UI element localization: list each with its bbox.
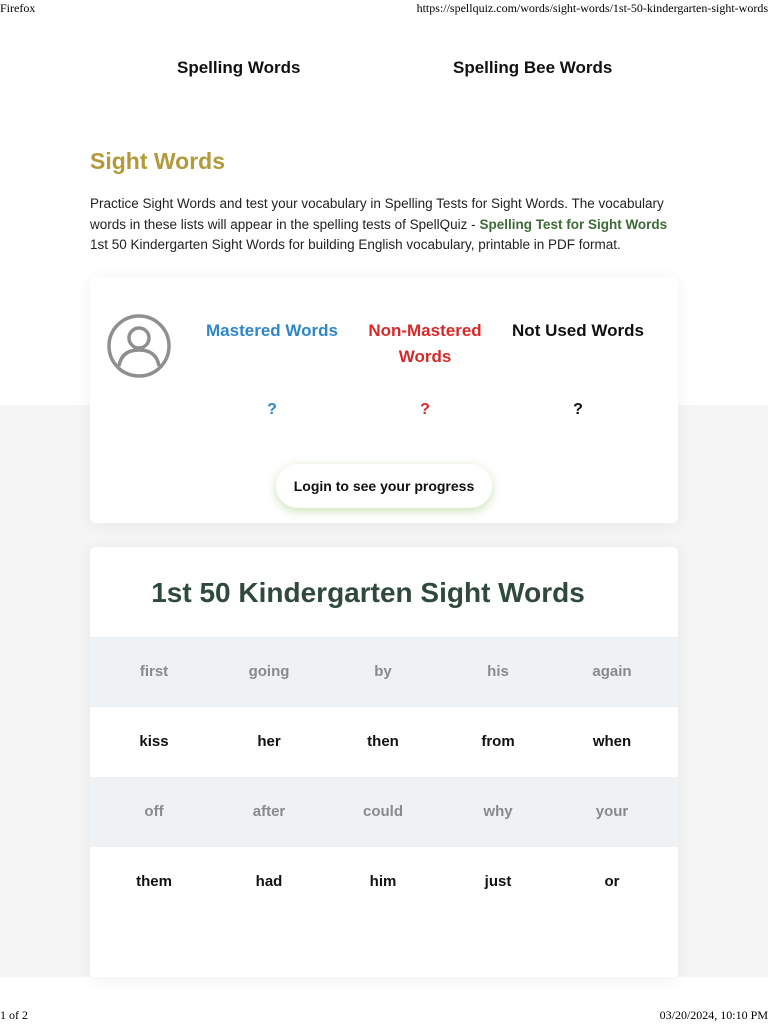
nav-spelling-words-link[interactable]: Spelling Words — [177, 58, 300, 78]
word-cell[interactable]: him — [326, 847, 440, 917]
word-cell[interactable]: off — [97, 777, 211, 847]
word-cell[interactable]: could — [326, 777, 440, 847]
print-footer: 1 of 2 03/20/2024, 10:10 PM — [0, 1006, 768, 1024]
word-cell[interactable]: after — [212, 777, 326, 847]
word-cell[interactable]: them — [97, 847, 211, 917]
word-cell[interactable]: his — [441, 637, 555, 707]
word-list-title: 1st 50 Kindergarten Sight Words — [151, 577, 585, 608]
word-row: them had him just or — [90, 847, 678, 917]
browser-name: Firefox — [0, 1, 36, 15]
word-cell[interactable]: then — [326, 707, 440, 777]
not-used-words-label: Not Used Words — [512, 321, 644, 340]
word-cell[interactable]: going — [212, 637, 326, 707]
word-list-card: 1st 50 Kindergarten Sight Words first go… — [90, 547, 678, 977]
word-cell[interactable]: or — [555, 847, 669, 917]
mastered-words-count: ? — [267, 401, 277, 418]
print-datetime: 03/20/2024, 10:10 PM — [659, 1008, 768, 1022]
nav-spelling-bee-words-link[interactable]: Spelling Bee Words — [453, 58, 612, 78]
word-cell[interactable]: again — [555, 637, 669, 707]
word-cell[interactable]: why — [441, 777, 555, 847]
section-title: Sight Words — [90, 148, 226, 174]
progress-card: Mastered Words Non-Mastered Words Not Us… — [90, 277, 678, 523]
spelling-test-link[interactable]: Spelling Test for Sight Words — [479, 217, 667, 232]
page-number: 1 of 2 — [0, 1008, 28, 1022]
print-header: Firefox https://spellquiz.com/words/sigh… — [0, 0, 768, 16]
word-row: first going by his again — [90, 637, 678, 707]
word-cell[interactable]: from — [441, 707, 555, 777]
mastered-words-label: Mastered Words — [206, 321, 338, 340]
word-row: kiss her then from when — [90, 707, 678, 777]
not-used-words-count: ? — [573, 401, 583, 418]
login-progress-button[interactable]: Login to see your progress — [276, 464, 492, 508]
word-cell[interactable]: had — [212, 847, 326, 917]
word-cell[interactable]: your — [555, 777, 669, 847]
page-url: https://spellquiz.com/words/sight-words/… — [416, 1, 768, 15]
non-mastered-words-count: ? — [420, 401, 430, 418]
word-cell[interactable]: just — [441, 847, 555, 917]
word-cell[interactable]: kiss — [97, 707, 211, 777]
word-cell[interactable]: first — [97, 637, 211, 707]
word-cell[interactable]: her — [212, 707, 326, 777]
word-row: off after could why your — [90, 777, 678, 847]
word-cell[interactable]: by — [326, 637, 440, 707]
intro-text-2: 1st 50 Kindergarten Sight Words for buil… — [90, 237, 621, 252]
user-circle-icon — [107, 314, 171, 378]
non-mastered-words-label: Non-Mastered Words — [368, 321, 482, 366]
word-cell[interactable]: when — [555, 707, 669, 777]
intro-paragraph: Practice Sight Words and test your vocab… — [90, 194, 680, 256]
top-navigation: Spelling Words Spelling Bee Words — [0, 58, 768, 88]
